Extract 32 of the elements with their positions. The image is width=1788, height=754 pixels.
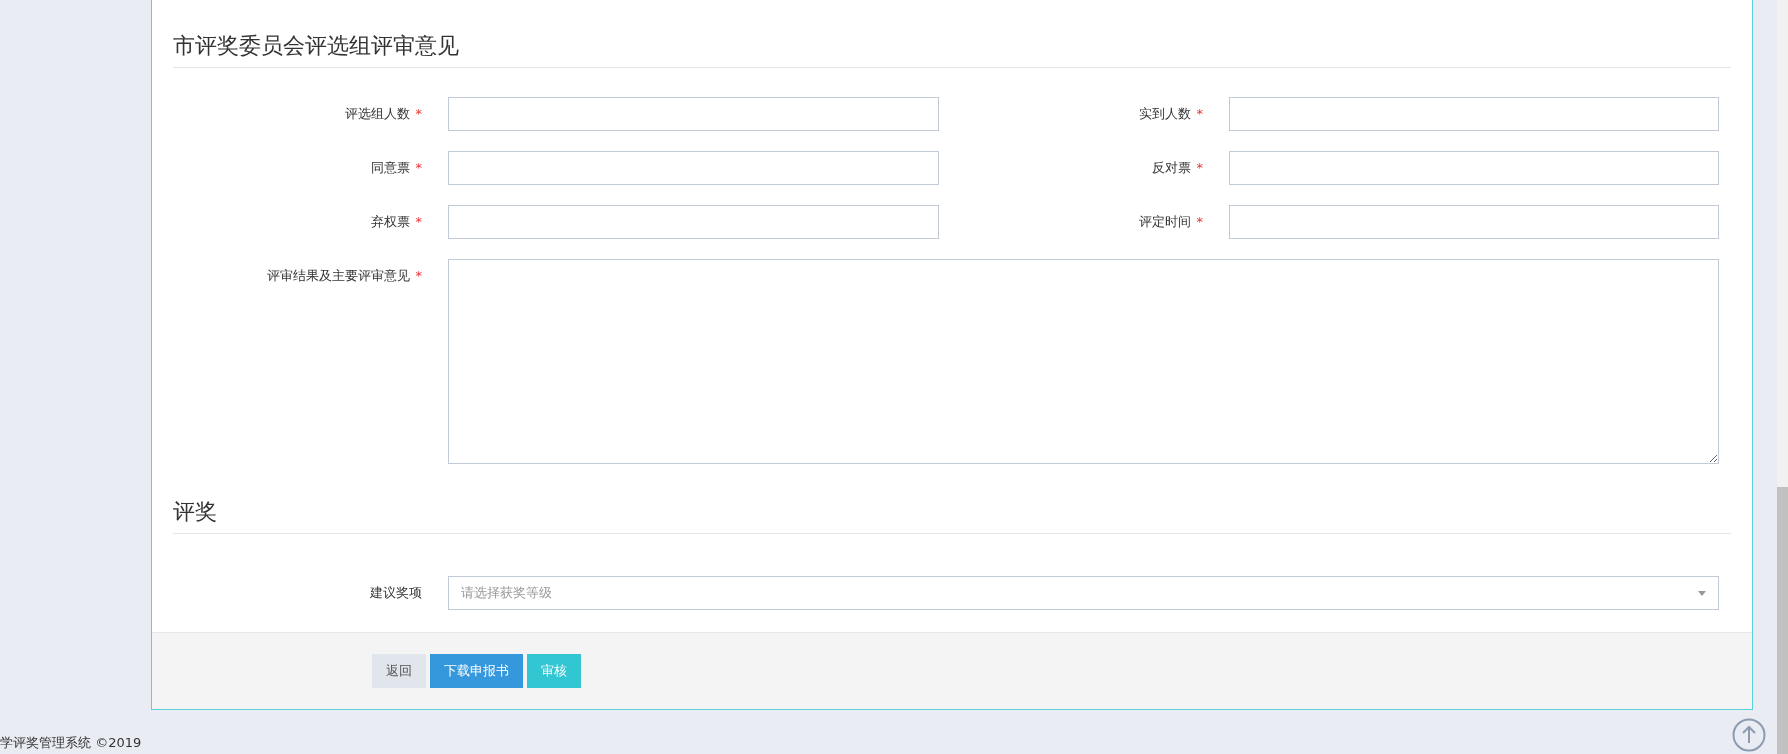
action-button[interactable]: 审核: [527, 654, 581, 688]
input-field[interactable]: [1229, 205, 1719, 239]
copyright-text: 学评奖管理系统 ©2019: [0, 734, 142, 752]
required-mark: *: [415, 214, 422, 229]
required-mark: *: [1196, 214, 1203, 229]
text-area[interactable]: [448, 259, 1719, 464]
input-field[interactable]: [1229, 97, 1719, 131]
field-label: 评审结果及主要评审意见: [266, 268, 410, 283]
field-label: 建议奖项: [370, 585, 422, 600]
section-title: 市评奖委员会评选组评审意见: [173, 31, 1731, 68]
field-label: 弃权票: [370, 214, 410, 229]
select-field[interactable]: 请选择获奖等级: [448, 576, 1719, 610]
caret-icon: [1698, 590, 1706, 596]
required-mark: *: [1196, 106, 1203, 121]
field-label: 反对票: [1151, 160, 1191, 175]
action-button[interactable]: 下载申报书: [430, 654, 523, 688]
required-mark: *: [1196, 160, 1203, 175]
field-label: 同意票: [370, 160, 410, 175]
required-mark: *: [415, 106, 422, 121]
input-field[interactable]: [448, 151, 939, 185]
required-mark: *: [415, 160, 422, 175]
input-field[interactable]: [448, 205, 939, 239]
action-button[interactable]: 返回: [372, 654, 426, 688]
scrollbar[interactable]: [1777, 0, 1788, 754]
scroll-up-icon[interactable]: [1732, 718, 1766, 752]
field-label: 评选组人数: [344, 106, 410, 121]
required-mark: *: [415, 268, 422, 283]
input-field[interactable]: [1229, 151, 1719, 185]
input-field[interactable]: [448, 97, 939, 131]
field-label: 评定时间: [1138, 214, 1191, 229]
field-label: 实到人数: [1138, 106, 1191, 121]
section-title: 评奖: [173, 497, 1731, 534]
